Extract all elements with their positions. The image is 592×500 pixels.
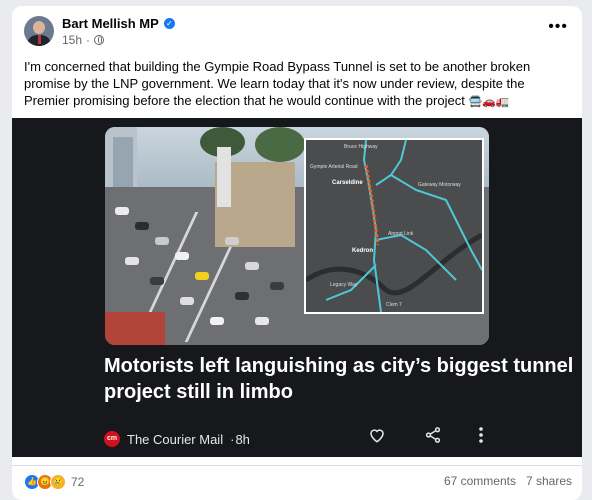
source-separator: · bbox=[230, 431, 235, 447]
author-avatar[interactable] bbox=[24, 16, 54, 46]
route-map: Bruce Highway Gympie Arterial Road Carse… bbox=[304, 138, 484, 314]
post-text: I'm concerned that building the Gympie R… bbox=[24, 58, 572, 111]
car bbox=[135, 222, 149, 230]
sign-pole bbox=[217, 147, 231, 207]
globe-icon bbox=[94, 35, 105, 45]
share-icon[interactable] bbox=[424, 426, 442, 449]
car bbox=[180, 297, 194, 305]
post-stats: 👍 😠 😢 72 67 comments 7 shares bbox=[12, 465, 582, 496]
more-options-icon[interactable]: ••• bbox=[548, 18, 568, 36]
article-thumbnail[interactable]: Bruce Highway Gympie Arterial Road Carse… bbox=[105, 127, 489, 345]
car bbox=[175, 252, 189, 260]
avatar-tie bbox=[38, 35, 41, 44]
tree bbox=[255, 127, 305, 162]
author-row: Bart Mellish MP ✓ bbox=[62, 16, 175, 31]
map-label-gateway: Gateway Motorway bbox=[418, 182, 461, 188]
route-map-svg: Bruce Highway Gympie Arterial Road Carse… bbox=[304, 139, 484, 313]
post-meta: 15h · bbox=[62, 33, 105, 47]
card-more-icon-svg bbox=[479, 427, 483, 443]
source-name[interactable]: The Courier Mail bbox=[127, 432, 223, 447]
heart-icon-svg bbox=[370, 429, 384, 443]
post-time[interactable]: 15h bbox=[62, 33, 82, 47]
author-name[interactable]: Bart Mellish MP bbox=[62, 16, 159, 31]
car bbox=[225, 237, 239, 245]
article-headline[interactable]: Motorists left languishing as city’s big… bbox=[12, 353, 582, 405]
road-network bbox=[375, 233, 457, 281]
map-label-airport: Airport Link bbox=[388, 231, 414, 237]
car bbox=[255, 317, 269, 325]
verified-badge-icon: ✓ bbox=[163, 18, 175, 29]
road-network bbox=[390, 174, 483, 271]
comment-count[interactable]: 67 comments bbox=[444, 474, 516, 488]
avatar-head bbox=[33, 21, 45, 34]
map-label-kedron: Kedron bbox=[352, 248, 373, 254]
car bbox=[235, 292, 249, 300]
map-label-legacy: Legacy Way bbox=[330, 282, 358, 288]
post-header: Bart Mellish MP ✓ 15h · ••• bbox=[12, 6, 582, 54]
heart-icon[interactable] bbox=[368, 426, 386, 449]
courier-mail-logo-icon: cm bbox=[104, 431, 120, 447]
car bbox=[195, 272, 209, 280]
map-label-gympie-arterial: Gympie Arterial Road bbox=[310, 164, 358, 170]
car bbox=[155, 237, 169, 245]
map-label-bruce: Bruce Highway bbox=[344, 144, 378, 150]
share-count[interactable]: 7 shares bbox=[526, 474, 572, 488]
red-bus bbox=[105, 312, 165, 345]
car bbox=[125, 257, 139, 265]
map-label-clem: Clem 7 bbox=[386, 302, 402, 308]
vehicle-emojis: 🚍🚗🚛 bbox=[468, 96, 510, 108]
card-more-icon[interactable] bbox=[478, 426, 484, 449]
article-source: cm The Courier Mail · 8h bbox=[104, 431, 250, 447]
sad-reaction-icon: 😢 bbox=[50, 474, 66, 490]
link-preview-card[interactable]: Bruce Highway Gympie Arterial Road Carse… bbox=[12, 118, 582, 457]
car bbox=[150, 277, 164, 285]
facebook-post: Bart Mellish MP ✓ 15h · ••• I'm concerne… bbox=[12, 6, 582, 500]
car bbox=[245, 262, 259, 270]
source-age: 8h bbox=[235, 431, 250, 447]
engagement-counts: 67 comments 7 shares bbox=[444, 474, 572, 488]
reactions-summary[interactable]: 👍 😠 😢 72 bbox=[24, 474, 84, 490]
post-body: I'm concerned that building the Gympie R… bbox=[24, 59, 531, 108]
reaction-count: 72 bbox=[71, 475, 85, 489]
road-network bbox=[375, 139, 407, 186]
car bbox=[270, 282, 284, 290]
map-label-carseldine: Carseldine bbox=[332, 180, 363, 186]
car bbox=[115, 207, 129, 215]
car bbox=[210, 317, 224, 325]
meta-separator: · bbox=[86, 33, 91, 47]
share-icon-svg bbox=[425, 427, 441, 443]
